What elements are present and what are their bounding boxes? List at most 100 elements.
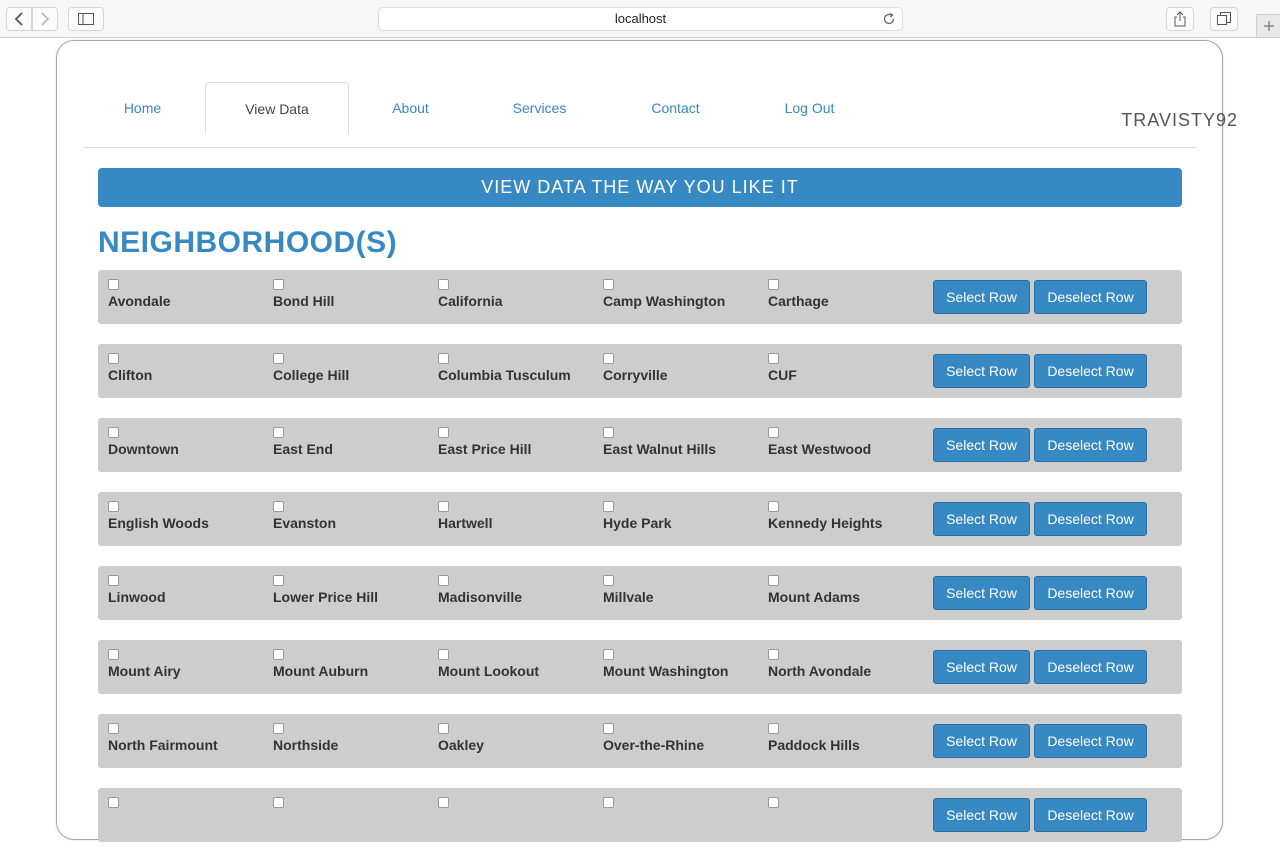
neighborhood-checkbox[interactable]	[108, 649, 119, 660]
neighborhood-label: Kennedy Heights	[768, 515, 883, 531]
deselect-row-button[interactable]: Deselect Row	[1034, 650, 1147, 684]
tab-contact[interactable]: Contact	[616, 82, 735, 134]
neighborhood-checkbox[interactable]	[603, 427, 614, 438]
neighborhood-label: Carthage	[768, 293, 829, 309]
neighborhood-label: Millvale	[603, 589, 654, 605]
neighborhood-checkbox[interactable]	[603, 575, 614, 586]
neighborhood-cell: East Westwood	[758, 418, 918, 472]
neighborhood-checkbox[interactable]	[768, 427, 779, 438]
new-tab-icon[interactable]	[1256, 14, 1280, 38]
neighborhood-checkbox[interactable]	[273, 353, 284, 364]
neighborhood-checkbox[interactable]	[768, 279, 779, 290]
tab-log-out[interactable]: Log Out	[750, 82, 869, 134]
select-row-button[interactable]: Select Row	[933, 798, 1030, 832]
neighborhood-cell: Mount Lookout	[428, 640, 588, 694]
tab-view-data[interactable]: View Data	[205, 82, 349, 134]
deselect-row-button[interactable]: Deselect Row	[1034, 798, 1147, 832]
neighborhood-checkbox[interactable]	[108, 279, 119, 290]
select-row-button[interactable]: Select Row	[933, 724, 1030, 758]
neighborhood-checkbox[interactable]	[438, 575, 449, 586]
neighborhood-cell	[98, 788, 258, 842]
select-row-button[interactable]: Select Row	[933, 502, 1030, 536]
neighborhood-checkbox[interactable]	[768, 723, 779, 734]
neighborhood-checkbox[interactable]	[438, 279, 449, 290]
neighborhood-checkbox[interactable]	[273, 279, 284, 290]
username: TRAVISTY92	[1121, 110, 1238, 130]
neighborhood-label: Mount Adams	[768, 589, 861, 605]
neighborhood-row: Downtown East End East Price Hill East Waln…	[98, 418, 1182, 472]
deselect-row-button[interactable]: Deselect Row	[1034, 280, 1147, 314]
neighborhood-checkbox[interactable]	[108, 797, 119, 808]
neighborhood-checkbox[interactable]	[273, 723, 284, 734]
neighborhood-cell: Clifton	[98, 344, 258, 398]
neighborhood-checkbox[interactable]	[438, 723, 449, 734]
address-bar[interactable]: localhost	[378, 7, 903, 31]
neighborhood-checkbox[interactable]	[603, 501, 614, 512]
neighborhood-checkbox[interactable]	[273, 797, 284, 808]
neighborhood-checkbox[interactable]	[108, 723, 119, 734]
neighborhood-cell: Evanston	[263, 492, 423, 546]
neighborhood-checkbox[interactable]	[438, 797, 449, 808]
neighborhood-cell: Hartwell	[428, 492, 588, 546]
neighborhood-checkbox[interactable]	[108, 427, 119, 438]
select-row-button[interactable]: Select Row	[933, 650, 1030, 684]
neighborhood-label: Oakley	[438, 737, 484, 753]
neighborhood-checkbox[interactable]	[603, 797, 614, 808]
neighborhood-checkbox[interactable]	[438, 501, 449, 512]
neighborhood-cell: Northside	[263, 714, 423, 768]
neighborhood-cell: English Woods	[98, 492, 258, 546]
neighborhood-cell: North Fairmount	[98, 714, 258, 768]
neighborhood-checkbox[interactable]	[438, 427, 449, 438]
neighborhood-cell: Downtown	[98, 418, 258, 472]
select-row-button[interactable]: Select Row	[933, 428, 1030, 462]
reload-icon[interactable]	[882, 11, 896, 33]
neighborhood-checkbox[interactable]	[768, 649, 779, 660]
neighborhood-cell: Linwood	[98, 566, 258, 620]
neighborhood-label: Avondale	[108, 293, 171, 309]
neighborhood-cell: Avondale	[98, 270, 258, 324]
tab-home[interactable]: Home	[83, 82, 202, 134]
neighborhood-checkbox[interactable]	[603, 353, 614, 364]
select-row-button[interactable]: Select Row	[933, 576, 1030, 610]
neighborhood-label: East End	[273, 441, 333, 457]
share-icon[interactable]	[1166, 7, 1194, 31]
neighborhood-cell: East End	[263, 418, 423, 472]
deselect-row-button[interactable]: Deselect Row	[1034, 428, 1147, 462]
neighborhood-label: Hyde Park	[603, 515, 672, 531]
neighborhood-checkbox[interactable]	[108, 575, 119, 586]
neighborhood-checkbox[interactable]	[273, 427, 284, 438]
neighborhood-checkbox[interactable]	[438, 649, 449, 660]
neighborhood-checkbox[interactable]	[768, 501, 779, 512]
deselect-row-button[interactable]: Deselect Row	[1034, 354, 1147, 388]
neighborhood-checkbox[interactable]	[108, 353, 119, 364]
neighborhood-row: English Woods Evanston Hartwell Hyde Park Ke…	[98, 492, 1182, 546]
neighborhood-checkbox[interactable]	[438, 353, 449, 364]
neighborhood-checkbox[interactable]	[273, 501, 284, 512]
neighborhood-checkbox[interactable]	[768, 797, 779, 808]
neighborhood-checkbox[interactable]	[273, 649, 284, 660]
back-icon[interactable]	[6, 7, 32, 31]
neighborhood-cell: Camp Washington	[593, 270, 753, 324]
neighborhood-checkbox[interactable]	[603, 723, 614, 734]
neighborhood-checkbox[interactable]	[768, 575, 779, 586]
sidebar-icon[interactable]	[68, 7, 104, 31]
neighborhood-label: Over-the-Rhine	[603, 737, 705, 753]
tab-services[interactable]: Services	[480, 82, 599, 134]
neighborhood-checkbox[interactable]	[108, 501, 119, 512]
neighborhood-checkbox[interactable]	[603, 649, 614, 660]
forward-icon[interactable]	[32, 7, 58, 31]
neighborhood-checkbox[interactable]	[273, 575, 284, 586]
neighborhood-checkbox[interactable]	[603, 279, 614, 290]
neighborhood-label: East Westwood	[768, 441, 872, 457]
neighborhood-cell: Over-the-Rhine	[593, 714, 753, 768]
deselect-row-button[interactable]: Deselect Row	[1034, 576, 1147, 610]
deselect-row-button[interactable]: Deselect Row	[1034, 502, 1147, 536]
select-row-button[interactable]: Select Row	[933, 354, 1030, 388]
neighborhood-cell: Hyde Park	[593, 492, 753, 546]
tabs-overview-icon[interactable]	[1210, 7, 1238, 31]
neighborhood-label: Columbia Tusculum	[438, 367, 571, 383]
select-row-button[interactable]: Select Row	[933, 280, 1030, 314]
deselect-row-button[interactable]: Deselect Row	[1034, 724, 1147, 758]
neighborhood-checkbox[interactable]	[768, 353, 779, 364]
tab-about[interactable]: About	[351, 82, 470, 134]
